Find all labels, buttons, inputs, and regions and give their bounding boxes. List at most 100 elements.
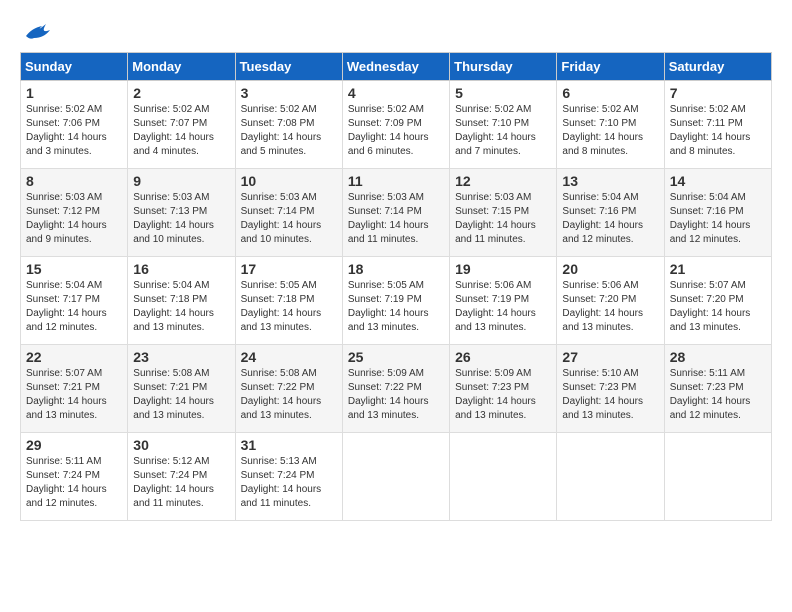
calendar-table: SundayMondayTuesdayWednesdayThursdayFrid… <box>20 52 772 521</box>
calendar-cell: 7 Sunrise: 5:02 AMSunset: 7:11 PMDaylight… <box>664 81 771 169</box>
calendar-cell: 18Sunrise: 5:05 AMSunset: 7:19 PMDayligh… <box>342 257 449 345</box>
day-number: 7 <box>670 85 766 101</box>
day-header-thursday: Thursday <box>450 53 557 81</box>
page-header <box>20 20 772 42</box>
calendar-cell: 26 Sunrise: 5:09 AMSunset: 7:23 PMDayligh… <box>450 345 557 433</box>
day-number: 26 <box>455 349 551 365</box>
day-number: 23 <box>133 349 229 365</box>
day-number: 29 <box>26 437 122 453</box>
day-number: 6 <box>562 85 658 101</box>
calendar-cell: 23Sunrise: 5:08 AMSunset: 7:21 PMDayligh… <box>128 345 235 433</box>
calendar-cell: 30 Sunrise: 5:12 AMSunset: 7:24 PMDayligh… <box>128 433 235 521</box>
day-number: 25 <box>348 349 444 365</box>
day-number: 12 <box>455 173 551 189</box>
day-header-monday: Monday <box>128 53 235 81</box>
day-info: Sunrise: 5:04 AMSunset: 7:18 PMDaylight:… <box>133 279 229 335</box>
day-number: 16 <box>133 261 229 277</box>
day-number: 28 <box>670 349 766 365</box>
calendar-cell: 10 Sunrise: 5:03 AMSunset: 7:14 PMDayligh… <box>235 169 342 257</box>
day-number: 14 <box>670 173 766 189</box>
day-number: 4 <box>348 85 444 101</box>
calendar-cell: 11 Sunrise: 5:03 AMSunset: 7:14 PMDayligh… <box>342 169 449 257</box>
day-number: 15 <box>26 261 122 277</box>
day-info: Sunrise: 5:02 AMSunset: 7:11 PMDaylight:… <box>670 103 766 159</box>
day-number: 31 <box>241 437 337 453</box>
calendar-cell: 1Sunrise: 5:02 AMSunset: 7:06 PMDaylight… <box>21 81 128 169</box>
day-header-sunday: Sunday <box>21 53 128 81</box>
day-info: Sunrise: 5:03 AMSunset: 7:14 PMDaylight:… <box>348 191 444 247</box>
calendar-cell: 17 Sunrise: 5:05 AMSunset: 7:18 PMDayligh… <box>235 257 342 345</box>
day-info: Sunrise: 5:09 AMSunset: 7:22 PMDaylight:… <box>348 367 444 423</box>
day-header-tuesday: Tuesday <box>235 53 342 81</box>
calendar-cell: 6 Sunrise: 5:02 AMSunset: 7:10 PMDaylight… <box>557 81 664 169</box>
day-number: 20 <box>562 261 658 277</box>
day-number: 8 <box>26 173 122 189</box>
day-number: 3 <box>241 85 337 101</box>
day-info: Sunrise: 5:12 AMSunset: 7:24 PMDaylight:… <box>133 455 229 511</box>
day-info: Sunrise: 5:07 AMSunset: 7:20 PMDaylight:… <box>670 279 766 335</box>
day-number: 19 <box>455 261 551 277</box>
calendar-cell <box>664 433 771 521</box>
day-info: Sunrise: 5:04 AMSunset: 7:16 PMDaylight:… <box>670 191 766 247</box>
day-info: Sunrise: 5:04 AMSunset: 7:17 PMDaylight:… <box>26 279 122 335</box>
day-number: 9 <box>133 173 229 189</box>
calendar-cell: 19 Sunrise: 5:06 AMSunset: 7:19 PMDayligh… <box>450 257 557 345</box>
day-number: 2 <box>133 85 229 101</box>
calendar-cell: 15 Sunrise: 5:04 AMSunset: 7:17 PMDayligh… <box>21 257 128 345</box>
day-info: Sunrise: 5:02 AMSunset: 7:10 PMDaylight:… <box>562 103 658 159</box>
calendar-cell: 28 Sunrise: 5:11 AMSunset: 7:23 PMDayligh… <box>664 345 771 433</box>
day-number: 13 <box>562 173 658 189</box>
calendar-cell <box>450 433 557 521</box>
day-number: 22 <box>26 349 122 365</box>
day-info: Sunrise: 5:03 AMSunset: 7:14 PMDaylight:… <box>241 191 337 247</box>
day-info: Sunrise: 5:05 AMSunset: 7:18 PMDaylight:… <box>241 279 337 335</box>
day-info: Sunrise: 5:06 AMSunset: 7:20 PMDaylight:… <box>562 279 658 335</box>
calendar-cell: 9 Sunrise: 5:03 AMSunset: 7:13 PMDaylight… <box>128 169 235 257</box>
day-info: Sunrise: 5:09 AMSunset: 7:23 PMDaylight:… <box>455 367 551 423</box>
calendar-cell: 8 Sunrise: 5:03 AMSunset: 7:12 PMDaylight… <box>21 169 128 257</box>
day-info: Sunrise: 5:07 AMSunset: 7:21 PMDaylight:… <box>26 367 122 423</box>
calendar-cell: 25 Sunrise: 5:09 AMSunset: 7:22 PMDayligh… <box>342 345 449 433</box>
day-number: 17 <box>241 261 337 277</box>
calendar-cell: 3 Sunrise: 5:02 AMSunset: 7:08 PMDaylight… <box>235 81 342 169</box>
day-info: Sunrise: 5:02 AMSunset: 7:07 PMDaylight:… <box>133 103 229 159</box>
day-info: Sunrise: 5:04 AMSunset: 7:16 PMDaylight:… <box>562 191 658 247</box>
calendar-cell: 16 Sunrise: 5:04 AMSunset: 7:18 PMDayligh… <box>128 257 235 345</box>
day-info: Sunrise: 5:02 AMSunset: 7:06 PMDaylight:… <box>26 103 122 159</box>
day-info: Sunrise: 5:03 AMSunset: 7:15 PMDaylight:… <box>455 191 551 247</box>
day-number: 10 <box>241 173 337 189</box>
day-info: Sunrise: 5:11 AMSunset: 7:23 PMDaylight:… <box>670 367 766 423</box>
day-header-saturday: Saturday <box>664 53 771 81</box>
day-info: Sunrise: 5:13 AMSunset: 7:24 PMDaylight:… <box>241 455 337 511</box>
calendar-cell: 13 Sunrise: 5:04 AMSunset: 7:16 PMDayligh… <box>557 169 664 257</box>
day-info: Sunrise: 5:10 AMSunset: 7:23 PMDaylight:… <box>562 367 658 423</box>
calendar-cell <box>557 433 664 521</box>
calendar-cell: 14 Sunrise: 5:04 AMSunset: 7:16 PMDayligh… <box>664 169 771 257</box>
day-info: Sunrise: 5:02 AMSunset: 7:08 PMDaylight:… <box>241 103 337 159</box>
calendar-week-row: 22 Sunrise: 5:07 AMSunset: 7:21 PMDayligh… <box>21 345 772 433</box>
calendar-cell: 29Sunrise: 5:11 AMSunset: 7:24 PMDayligh… <box>21 433 128 521</box>
calendar-cell: 31 Sunrise: 5:13 AMSunset: 7:24 PMDayligh… <box>235 433 342 521</box>
calendar-week-row: 8 Sunrise: 5:03 AMSunset: 7:12 PMDaylight… <box>21 169 772 257</box>
day-number: 21 <box>670 261 766 277</box>
day-number: 5 <box>455 85 551 101</box>
day-info: Sunrise: 5:03 AMSunset: 7:12 PMDaylight:… <box>26 191 122 247</box>
calendar-cell: 21 Sunrise: 5:07 AMSunset: 7:20 PMDayligh… <box>664 257 771 345</box>
day-number: 30 <box>133 437 229 453</box>
day-header-wednesday: Wednesday <box>342 53 449 81</box>
logo-bird-icon <box>22 20 50 42</box>
calendar-cell: 22 Sunrise: 5:07 AMSunset: 7:21 PMDayligh… <box>21 345 128 433</box>
calendar-cell: 27Sunrise: 5:10 AMSunset: 7:23 PMDayligh… <box>557 345 664 433</box>
calendar-cell: 12 Sunrise: 5:03 AMSunset: 7:15 PMDayligh… <box>450 169 557 257</box>
day-number: 11 <box>348 173 444 189</box>
day-header-friday: Friday <box>557 53 664 81</box>
day-info: Sunrise: 5:06 AMSunset: 7:19 PMDaylight:… <box>455 279 551 335</box>
day-info: Sunrise: 5:03 AMSunset: 7:13 PMDaylight:… <box>133 191 229 247</box>
calendar-week-row: 15 Sunrise: 5:04 AMSunset: 7:17 PMDayligh… <box>21 257 772 345</box>
day-info: Sunrise: 5:08 AMSunset: 7:22 PMDaylight:… <box>241 367 337 423</box>
day-number: 24 <box>241 349 337 365</box>
calendar-cell: 4Sunrise: 5:02 AMSunset: 7:09 PMDaylight… <box>342 81 449 169</box>
calendar-week-row: 1Sunrise: 5:02 AMSunset: 7:06 PMDaylight… <box>21 81 772 169</box>
calendar-cell <box>342 433 449 521</box>
calendar-week-row: 29Sunrise: 5:11 AMSunset: 7:24 PMDayligh… <box>21 433 772 521</box>
